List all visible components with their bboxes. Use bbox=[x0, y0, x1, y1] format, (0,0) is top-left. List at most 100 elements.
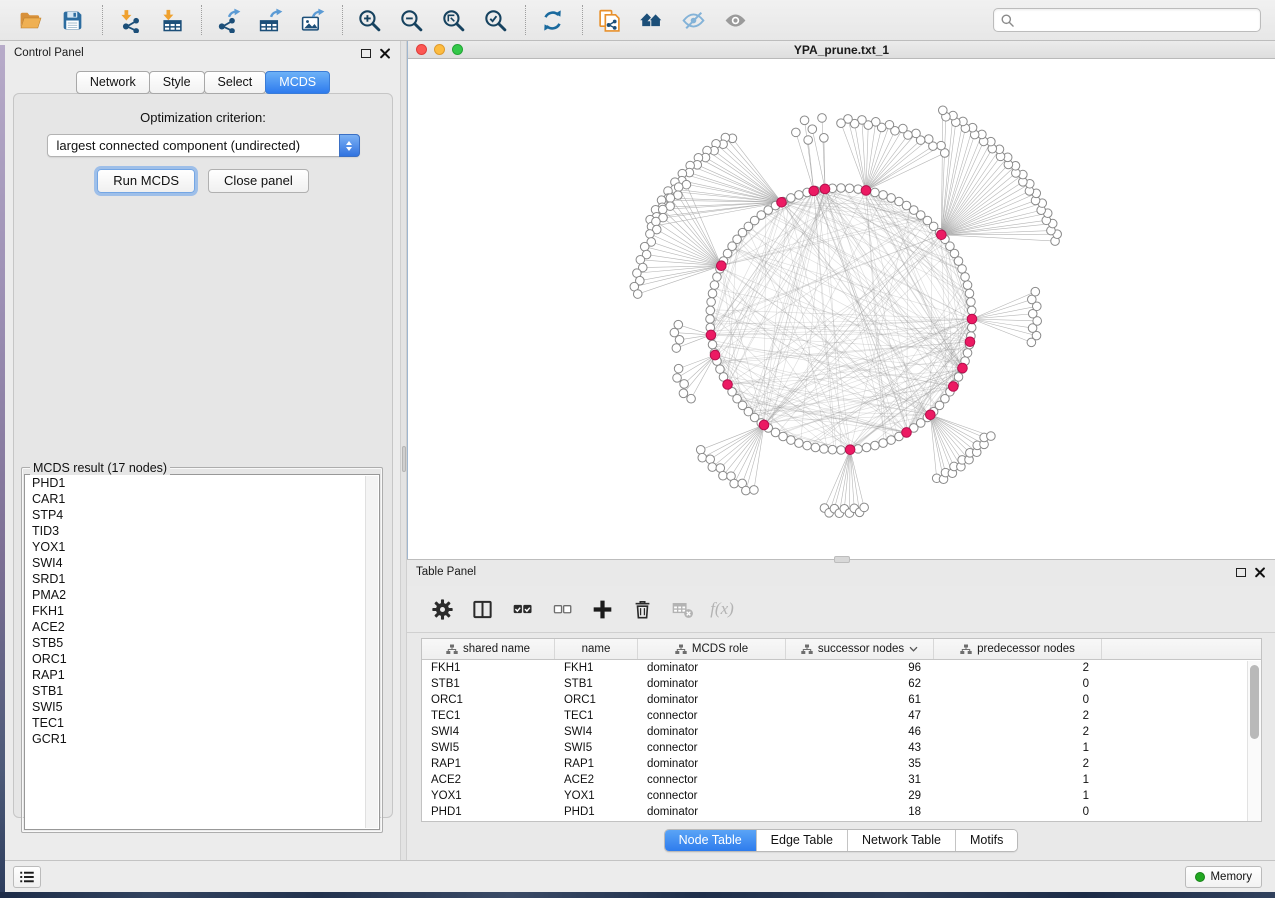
column-chooser-button[interactable] bbox=[465, 593, 499, 625]
export-network-button[interactable] bbox=[212, 4, 244, 36]
tab-style[interactable]: Style bbox=[149, 71, 205, 94]
mcds-result-item[interactable]: ACE2 bbox=[25, 619, 379, 635]
table-row[interactable]: ACE2ACE2connector311 bbox=[422, 772, 1261, 788]
export-table-icon bbox=[258, 8, 283, 33]
vertical-splitter[interactable] bbox=[400, 41, 407, 860]
table-row[interactable]: TEC1TEC1connector472 bbox=[422, 708, 1261, 724]
main-toolbar bbox=[0, 0, 1275, 41]
tab-network[interactable]: Network bbox=[76, 71, 150, 94]
mcds-result-item[interactable]: TEC1 bbox=[25, 715, 379, 731]
mcds-result-item[interactable]: YOX1 bbox=[25, 539, 379, 555]
column-header-successor-nodes[interactable]: successor nodes bbox=[786, 639, 934, 659]
close-panel-button[interactable]: Close panel bbox=[208, 169, 309, 193]
select-all-icon bbox=[511, 598, 534, 621]
cell-name: FKH1 bbox=[555, 662, 638, 674]
refresh-view-button[interactable] bbox=[536, 4, 568, 36]
delete-columns-button[interactable] bbox=[625, 593, 659, 625]
table-scrollbar[interactable] bbox=[1247, 661, 1261, 821]
float-table-panel-icon[interactable] bbox=[1236, 568, 1246, 577]
mcds-result-groupbox: MCDS result (17 nodes) PHD1CAR1STP4TID3Y… bbox=[21, 461, 383, 833]
select-all-button[interactable] bbox=[505, 593, 539, 625]
export-image-button[interactable] bbox=[296, 4, 328, 36]
show-all-button[interactable] bbox=[719, 4, 751, 36]
column-header-MCDS-role[interactable]: MCDS role bbox=[638, 639, 786, 659]
table-row[interactable]: STB1STB1dominator620 bbox=[422, 676, 1261, 692]
export-table-button[interactable] bbox=[254, 4, 286, 36]
zoom-out-button[interactable] bbox=[395, 4, 427, 36]
tab-network-table[interactable]: Network Table bbox=[848, 830, 956, 851]
run-mcds-button[interactable]: Run MCDS bbox=[97, 169, 195, 193]
search-field[interactable] bbox=[993, 8, 1261, 32]
column-header-predecessor-nodes[interactable]: predecessor nodes bbox=[934, 639, 1102, 659]
column-header-shared-name[interactable]: shared name bbox=[422, 639, 555, 659]
table-row[interactable]: SWI4SWI4dominator462 bbox=[422, 724, 1261, 740]
mcds-result-title: MCDS result (17 nodes) bbox=[30, 461, 170, 475]
cell-predecessor-nodes: 0 bbox=[934, 694, 1102, 706]
tab-edge-table[interactable]: Edge Table bbox=[757, 830, 848, 851]
mcds-result-item[interactable]: PMA2 bbox=[25, 587, 379, 603]
mcds-result-item[interactable]: CAR1 bbox=[25, 491, 379, 507]
import-network-button[interactable] bbox=[113, 4, 145, 36]
close-panel-icon[interactable] bbox=[380, 48, 390, 58]
mcds-result-item[interactable]: PHD1 bbox=[25, 475, 379, 491]
mcds-result-item[interactable]: SWI5 bbox=[25, 699, 379, 715]
cell-successor-nodes: 31 bbox=[786, 774, 934, 786]
task-history-button[interactable] bbox=[13, 866, 41, 888]
tab-motifs[interactable]: Motifs bbox=[956, 830, 1017, 851]
table-row[interactable]: ORC1ORC1dominator610 bbox=[422, 692, 1261, 708]
table-row[interactable]: RAP1RAP1dominator352 bbox=[422, 756, 1261, 772]
zoom-in-button[interactable] bbox=[353, 4, 385, 36]
mcds-list-scrollbar[interactable] bbox=[365, 476, 378, 828]
deselect-all-button[interactable] bbox=[545, 593, 579, 625]
cell-MCDS-role: connector bbox=[638, 742, 786, 754]
mcds-result-item[interactable]: GCR1 bbox=[25, 731, 379, 747]
mcds-result-item[interactable]: SWI4 bbox=[25, 555, 379, 571]
float-panel-icon[interactable] bbox=[361, 49, 371, 58]
table-row[interactable]: FKH1FKH1dominator962 bbox=[422, 660, 1261, 676]
mcds-result-item[interactable]: FKH1 bbox=[25, 603, 379, 619]
mcds-result-item[interactable]: STP4 bbox=[25, 507, 379, 523]
table-scrollbar-thumb[interactable] bbox=[1250, 665, 1259, 739]
table-header-row: shared name name MCDS rolesuccessor nodesp… bbox=[422, 639, 1261, 660]
save-session-button[interactable] bbox=[56, 4, 88, 36]
mcds-result-item[interactable]: ORC1 bbox=[25, 651, 379, 667]
memory-button[interactable]: Memory bbox=[1185, 866, 1262, 888]
close-table-panel-icon[interactable] bbox=[1255, 567, 1265, 577]
open-file-icon bbox=[18, 8, 43, 33]
first-neighbors-icon bbox=[639, 8, 664, 33]
column-label: name bbox=[582, 643, 611, 655]
mcds-result-item[interactable]: SRD1 bbox=[25, 571, 379, 587]
create-column-button[interactable] bbox=[585, 593, 619, 625]
open-file-button[interactable] bbox=[14, 4, 46, 36]
mcds-result-item[interactable]: TID3 bbox=[25, 523, 379, 539]
column-header-name[interactable]: name bbox=[555, 639, 638, 659]
search-input[interactable] bbox=[1019, 13, 1253, 27]
import-table-button[interactable] bbox=[155, 4, 187, 36]
network-graph[interactable] bbox=[408, 59, 1275, 559]
zoom-fit-button[interactable] bbox=[437, 4, 469, 36]
table-row[interactable]: PHD1PHD1dominator180 bbox=[422, 804, 1261, 820]
search-icon bbox=[1001, 14, 1014, 27]
criterion-select[interactable]: largest connected component (undirected) bbox=[47, 134, 360, 157]
table-row[interactable]: YOX1YOX1connector291 bbox=[422, 788, 1261, 804]
splitter-handle[interactable] bbox=[402, 446, 406, 472]
mcds-result-item[interactable]: STB1 bbox=[25, 683, 379, 699]
mcds-tab-content: Optimization criterion: largest connecte… bbox=[13, 93, 393, 818]
network-canvas[interactable] bbox=[408, 59, 1275, 559]
mcds-result-item[interactable]: RAP1 bbox=[25, 667, 379, 683]
zoom-selected-button[interactable] bbox=[479, 4, 511, 36]
desktop-wallpaper-left bbox=[0, 45, 5, 898]
cell-successor-nodes: 35 bbox=[786, 758, 934, 770]
table-options-button[interactable] bbox=[425, 593, 459, 625]
horizontal-splitter-handle[interactable] bbox=[834, 556, 850, 563]
tab-select[interactable]: Select bbox=[204, 71, 267, 94]
hide-selected-button[interactable] bbox=[677, 4, 709, 36]
tab-mcds[interactable]: MCDS bbox=[265, 71, 330, 94]
first-neighbors-button[interactable] bbox=[635, 4, 667, 36]
tab-node-table[interactable]: Node Table bbox=[665, 830, 757, 851]
mcds-result-list[interactable]: PHD1CAR1STP4TID3YOX1SWI4SRD1PMA2FKH1ACE2… bbox=[24, 474, 380, 830]
duplicate-network-button[interactable] bbox=[593, 4, 625, 36]
table-row[interactable]: SWI5SWI5connector431 bbox=[422, 740, 1261, 756]
mcds-result-item[interactable]: STB5 bbox=[25, 635, 379, 651]
cell-name: TEC1 bbox=[555, 710, 638, 722]
